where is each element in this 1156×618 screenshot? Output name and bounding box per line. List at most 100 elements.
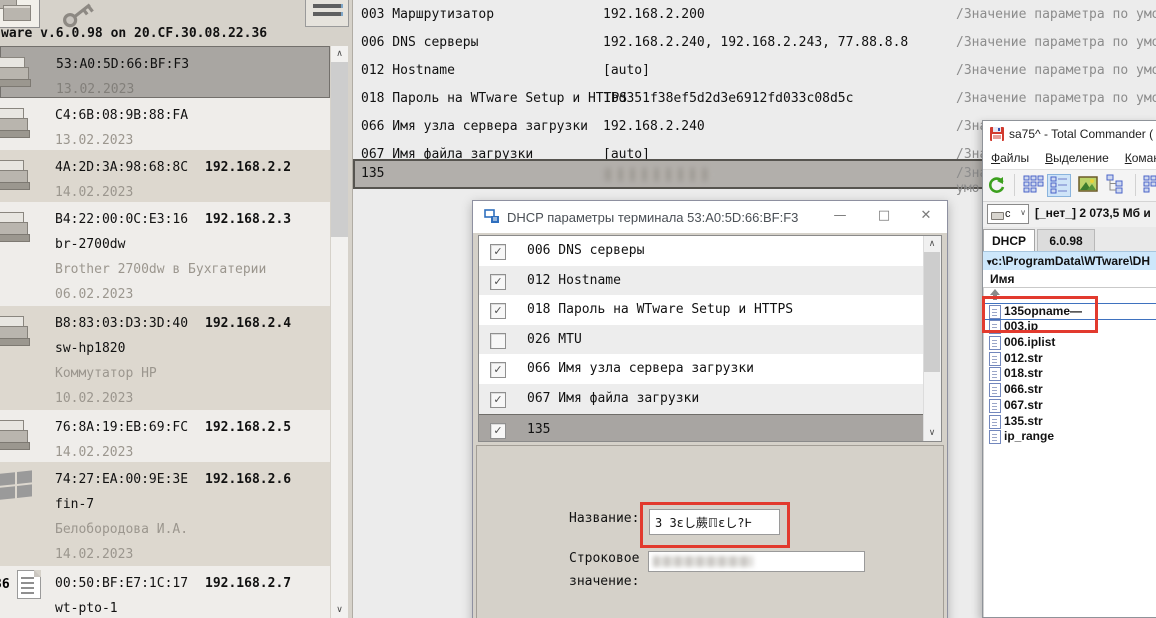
string-value-label-line2: значение:: [569, 574, 639, 589]
tc-file-list: ..135opname—003.ip006.iplist012.str018.s…: [983, 288, 1156, 617]
terminal-item[interactable]: 74:27:EA:00:9E:3E192.168.2.6fin-7Белобор…: [0, 462, 330, 566]
toolbar-icon-partial[interactable]: [1143, 174, 1156, 197]
table-row[interactable]: 006 DNS серверы192.168.2.240, 192.168.2.…: [353, 28, 1156, 56]
hamburger-icon: [313, 4, 343, 8]
file-row[interactable]: 067.str: [984, 398, 1156, 414]
file-row[interactable]: 006.iplist: [984, 335, 1156, 351]
drive-selector[interactable]: c ∨: [987, 204, 1029, 224]
dialog-scrollbar[interactable]: ∧ ∨: [923, 236, 941, 441]
terminal-ip: 192.168.2.5: [205, 420, 291, 435]
file-row[interactable]: ip_range: [984, 429, 1156, 445]
tc-titlebar[interactable]: sa75^ - Total Commander (: [983, 121, 1156, 147]
menu-item-команд[interactable]: Команд: [1125, 147, 1156, 165]
printer-icon: [0, 106, 34, 140]
dialog-titlebar[interactable]: DHCP параметры терминала 53:A0:5D:66:BF:…: [473, 201, 947, 233]
drive-icon: [991, 212, 1004, 220]
file-icon: [989, 430, 1001, 444]
terminal-item[interactable]: B4:22:00:0C:E3:16192.168.2.3br-2700dwBro…: [0, 202, 330, 306]
sidebar-scrollbar[interactable]: ∧ ∨: [331, 46, 348, 618]
file-name: 066.str: [1004, 382, 1043, 396]
checkbox-checked[interactable]: ✓: [490, 274, 506, 290]
table-row[interactable]: 003 Маршрутизатор192.168.2.200/Значение …: [353, 0, 1156, 28]
terminal-item[interactable]: 3600:50:BF:E7:1C:17192.168.2.7wt-pto-1Ры…: [0, 566, 330, 618]
terminal-hostname: sw-hp1820: [55, 336, 326, 361]
row-value: 1bd351f38ef5d2d3e6912fd033c08d5c: [603, 91, 853, 106]
terminals-view-button[interactable]: [0, 0, 40, 28]
terminal-item[interactable]: 53:A0:5D:66:BF:F313.02.2023: [0, 46, 330, 98]
refresh-icon[interactable]: [986, 174, 1010, 197]
terminal-ip: 192.168.2.4: [205, 316, 291, 331]
row-comment: /Значение параметра по умо: [956, 35, 1156, 50]
terminal-description: Brother 2700dw в Бухгатерии: [55, 257, 326, 282]
thumbnails-view-icon[interactable]: [1077, 174, 1101, 197]
maximize-button[interactable]: □: [869, 201, 899, 231]
annotation-rect-file: [982, 296, 1098, 333]
tab-6098[interactable]: 6.0.98: [1037, 229, 1095, 251]
tc-title: sa75^ - Total Commander (: [1009, 127, 1153, 141]
table-row[interactable]: 018 Пароль на WTware Setup и HTTPS1bd351…: [353, 84, 1156, 112]
scroll-up-arrow[interactable]: ∧: [924, 236, 940, 252]
row-label: 135: [361, 166, 384, 181]
terminal-description: Белобородова И.А.: [55, 517, 326, 542]
menu-item-файлы[interactable]: Файлы: [991, 147, 1029, 165]
brief-view-icon[interactable]: [1023, 174, 1047, 197]
checkbox-checked[interactable]: ✓: [490, 423, 506, 439]
obscured-value: [605, 168, 710, 181]
tab-dhcp[interactable]: DHCP: [983, 229, 1035, 251]
printer-icon: [0, 158, 34, 192]
tc-path-bar[interactable]: ▾c:\ProgramData\WTware\DH: [983, 251, 1156, 270]
dhcp-option-row[interactable]: ✓018 Пароль на WTware Setup и HTTPS: [479, 295, 924, 325]
checkbox-checked[interactable]: ✓: [490, 362, 506, 378]
file-icon: [989, 367, 1001, 381]
terminal-item[interactable]: B8:83:03:D3:3D:40192.168.2.4sw-hp1820Ком…: [0, 306, 330, 410]
row-value: 192.168.2.240: [603, 119, 705, 134]
dhcp-option-row[interactable]: ✓066 Имя узла сервера загрузки: [479, 354, 924, 384]
tree-view-icon[interactable]: [1105, 174, 1129, 197]
dhcp-option-row[interactable]: ✓135: [479, 414, 924, 442]
full-view-icon[interactable]: [1047, 174, 1071, 197]
row-comment: /Значение параметра по умо: [956, 63, 1156, 78]
file-row[interactable]: 135.str: [984, 414, 1156, 430]
tc-menubar: Файлы Выделение Команд: [983, 147, 1156, 169]
file-row[interactable]: 066.str: [984, 382, 1156, 398]
minimize-button[interactable]: —: [825, 201, 855, 231]
scroll-thumb[interactable]: [331, 62, 348, 237]
terminal-mac: 53:A0:5D:66:BF:F3: [56, 52, 206, 77]
table-row[interactable]: 012 Hostname[auto]/Значение параметра по…: [353, 56, 1156, 84]
terminal-item[interactable]: 4A:2D:3A:98:68:8C192.168.2.214.02.2023: [0, 150, 330, 202]
option-label: 012 Hostname: [527, 273, 621, 288]
windows-logo-icon: [0, 470, 34, 504]
terminal-hostname: wt-pto-1: [55, 596, 326, 618]
hamburger-menu-button[interactable]: [305, 0, 349, 27]
file-row[interactable]: 012.str: [984, 351, 1156, 367]
dhcp-options-list: ✓006 DNS серверы✓012 Hostname✓018 Пароль…: [478, 235, 942, 442]
checkbox-checked[interactable]: ✓: [490, 244, 506, 260]
dhcp-option-row[interactable]: ✓067 Имя файла загрузки: [479, 384, 924, 414]
terminal-ip: 192.168.2.6: [205, 472, 291, 487]
close-button[interactable]: ✕: [911, 201, 941, 231]
terminal-item[interactable]: 76:8A:19:EB:69:FC192.168.2.514.02.2023: [0, 410, 330, 462]
annotation-rect-name-input: [640, 502, 790, 548]
terminal-ip: 192.168.2.3: [205, 212, 291, 227]
checkbox-checked[interactable]: ✓: [490, 392, 506, 408]
column-header-name[interactable]: Имя: [983, 270, 1156, 288]
dhcp-option-row[interactable]: ✓006 DNS серверы: [479, 236, 924, 266]
computers-icon: [3, 5, 31, 21]
printer-icon: [0, 55, 35, 89]
scroll-down-arrow[interactable]: ∨: [331, 602, 348, 618]
dhcp-option-row[interactable]: 026 MTU: [479, 325, 924, 355]
file-icon: [989, 352, 1001, 366]
terminal-mac: 74:27:EA:00:9E:3E: [55, 467, 205, 492]
file-row[interactable]: 018.str: [984, 366, 1156, 382]
checkbox-unchecked[interactable]: [490, 333, 506, 349]
checkbox-checked[interactable]: ✓: [490, 303, 506, 319]
scroll-up-arrow[interactable]: ∧: [331, 46, 348, 62]
dhcp-option-row[interactable]: ✓ 012 Hostname: [479, 266, 924, 296]
terminal-item[interactable]: C4:6B:08:9B:88:FA13.02.2023: [0, 98, 330, 150]
scroll-thumb[interactable]: [924, 252, 940, 372]
option-label: 026 MTU: [527, 332, 582, 347]
scroll-down-arrow[interactable]: ∨: [924, 425, 940, 441]
menu-item-выделение[interactable]: Выделение: [1045, 147, 1109, 165]
printer-icon: [0, 418, 34, 452]
file-name: 135.str: [1004, 414, 1043, 428]
